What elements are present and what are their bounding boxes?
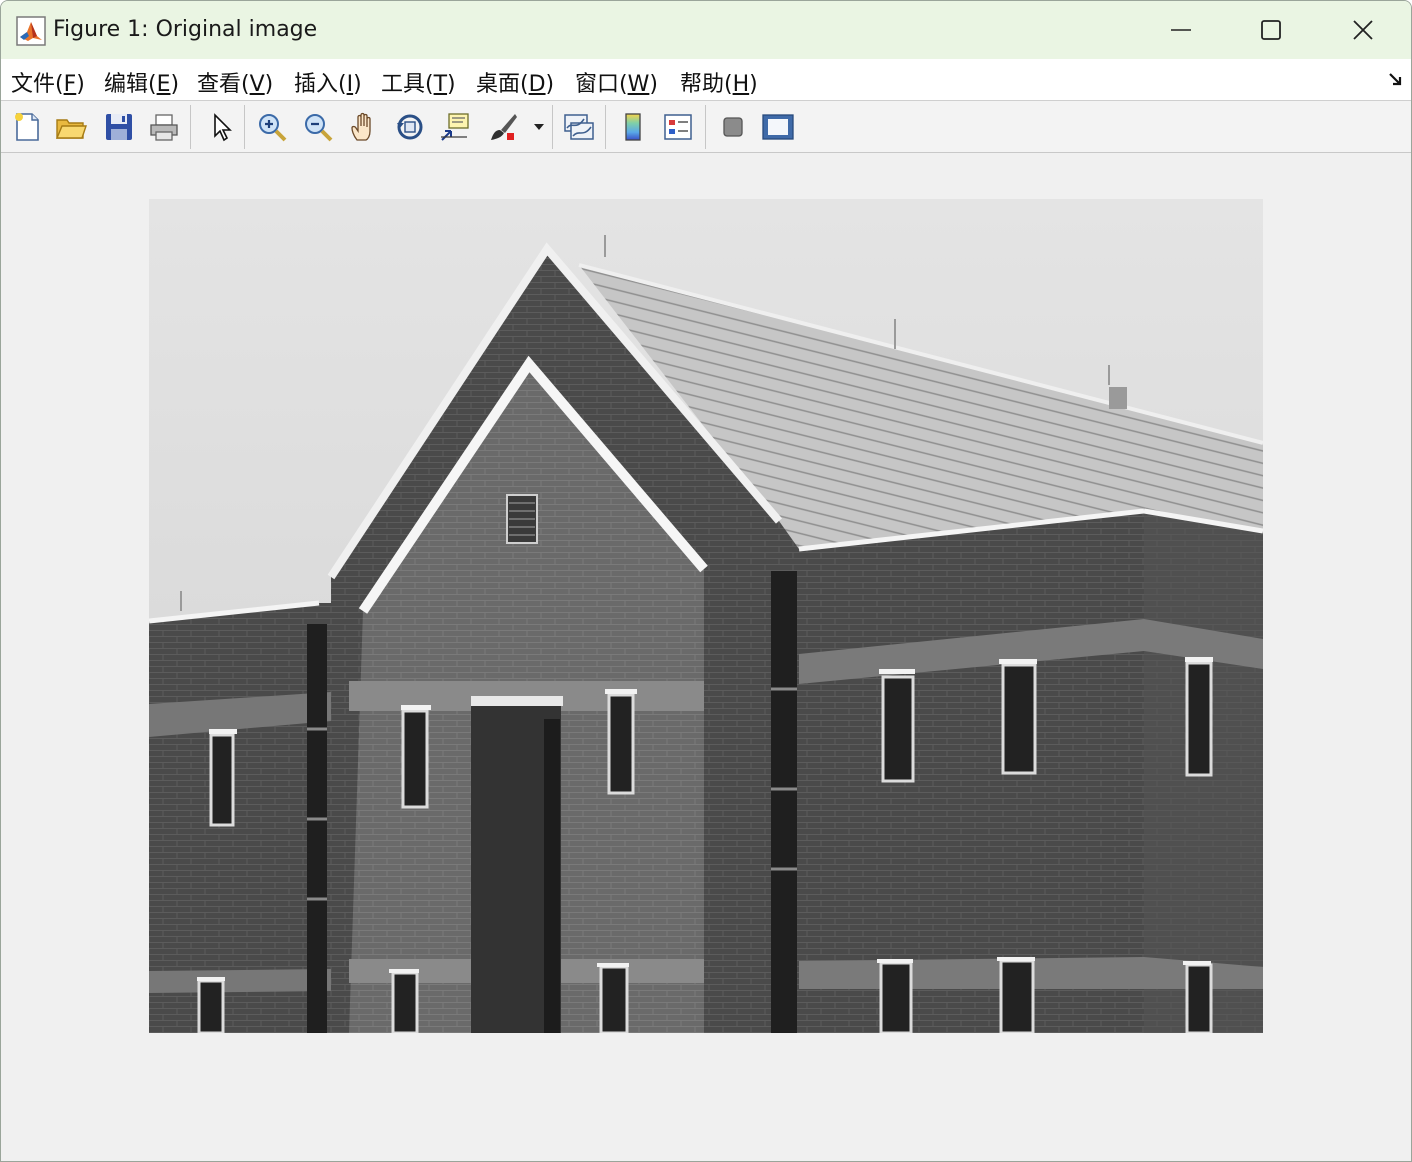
menu-desktop[interactable]: 桌面(D) (476, 66, 554, 98)
zoom-in-button[interactable] (254, 109, 290, 145)
new-figure-button[interactable] (9, 109, 45, 145)
legend-icon (664, 114, 692, 140)
open-file-button[interactable] (53, 109, 89, 145)
title-bar[interactable]: Figure 1: Original image (1, 1, 1411, 59)
minimize-button[interactable] (1135, 1, 1227, 59)
matlab-logo-icon (16, 16, 46, 46)
print-icon (150, 114, 178, 141)
edit-plot-button[interactable] (202, 109, 238, 145)
close-button[interactable] (1317, 1, 1409, 59)
toolbar-separator (190, 105, 191, 149)
maximize-button[interactable] (1225, 1, 1317, 59)
menu-tools[interactable]: 工具(T) (381, 66, 456, 98)
colorbar-button[interactable] (615, 109, 651, 145)
brush-button[interactable] (485, 109, 521, 145)
brush-dropdown-icon (534, 124, 544, 130)
legend-button[interactable] (660, 109, 696, 145)
toolbar-separator (705, 105, 706, 149)
show-plot-tools-icon (762, 114, 794, 140)
zoom-in-icon (259, 114, 287, 142)
close-icon (1353, 20, 1373, 40)
link-plot-button[interactable] (561, 109, 597, 145)
open-file-icon (55, 119, 87, 139)
data-cursor-icon (441, 113, 469, 141)
colorbar-icon (625, 113, 641, 141)
building-photo (149, 199, 1263, 1033)
show-plot-tools-button[interactable] (760, 109, 796, 145)
minimize-icon (1171, 29, 1191, 31)
print-button[interactable] (146, 109, 182, 145)
zoom-out-button[interactable] (300, 109, 336, 145)
save-icon (106, 114, 132, 140)
figure-toolbar (1, 101, 1411, 153)
save-button[interactable] (101, 109, 137, 145)
menu-help[interactable]: 帮助(H) (680, 66, 758, 98)
zoom-out-icon (305, 114, 333, 142)
link-plot-icon (564, 114, 594, 140)
menu-file[interactable]: 文件(F) (11, 66, 85, 98)
toolbar-separator (244, 105, 245, 149)
menu-window[interactable]: 窗口(W) (575, 66, 658, 98)
toolbar-separator (605, 105, 606, 149)
figure-window: Figure 1: Original image 文件(F) 编辑(E) 查看(… (0, 0, 1412, 1162)
data-cursor-button[interactable] (437, 109, 473, 145)
brush-icon (491, 114, 517, 140)
hide-plot-tools-icon (723, 117, 743, 137)
new-figure-icon (15, 113, 39, 141)
maximize-icon (1261, 20, 1281, 40)
pointer-icon (214, 113, 232, 142)
brush-dropdown-button[interactable] (529, 109, 549, 145)
pan-button[interactable] (346, 109, 382, 145)
window-title: Figure 1: Original image (53, 17, 318, 42)
menu-bar: 文件(F) 编辑(E) 查看(V) 插入(I) 工具(T) 桌面(D) 窗口(W… (1, 59, 1411, 101)
rotate-3d-button[interactable] (392, 109, 428, 145)
dock-figure-icon[interactable] (1387, 71, 1405, 89)
hide-plot-tools-button[interactable] (715, 109, 751, 145)
menu-edit[interactable]: 编辑(E) (104, 66, 179, 98)
menu-view[interactable]: 查看(V) (197, 66, 273, 98)
pan-hand-icon (351, 112, 371, 141)
rotate-3d-icon (397, 114, 423, 140)
menu-insert[interactable]: 插入(I) (294, 66, 362, 98)
toolbar-separator (552, 105, 553, 149)
figure-canvas (1, 153, 1411, 1161)
